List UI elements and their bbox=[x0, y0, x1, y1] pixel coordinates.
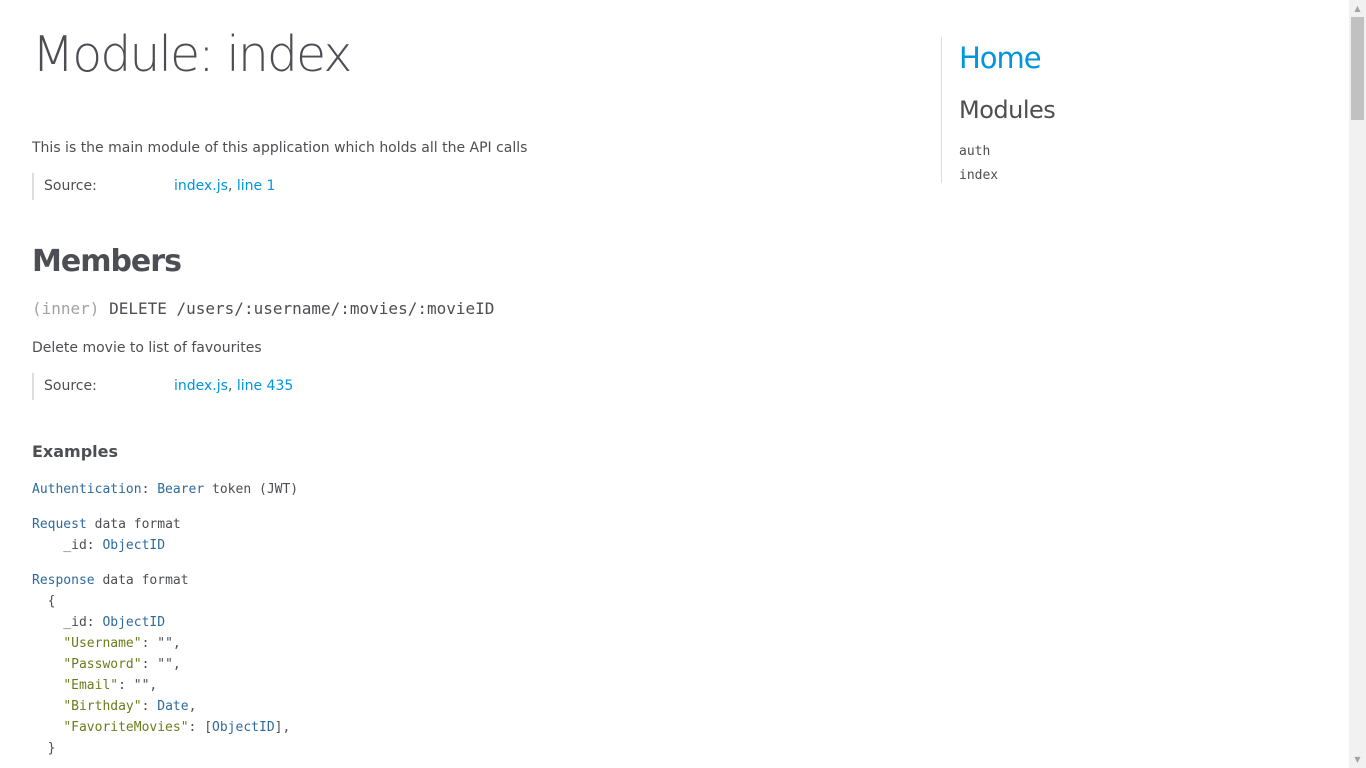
code-line: Response data format bbox=[32, 570, 189, 591]
code-token: Response bbox=[32, 573, 95, 588]
source-links: index.js, line 1 bbox=[174, 178, 275, 194]
code-token: , bbox=[188, 699, 197, 714]
code-token: : bbox=[141, 482, 158, 497]
module-source: Source: index.js, line 1 bbox=[32, 173, 275, 200]
code-token: Authentication bbox=[32, 482, 142, 497]
code-line: } bbox=[32, 738, 56, 759]
code-token: } bbox=[32, 741, 56, 756]
sidebar-nav: Home Modules auth index bbox=[941, 37, 1322, 183]
code-line: Authentication: Bearer token (JWT) bbox=[32, 479, 298, 500]
examples-heading: Examples bbox=[32, 442, 119, 461]
code-token: : "", bbox=[118, 678, 158, 693]
scrollbar-thumb[interactable] bbox=[1351, 17, 1364, 120]
members-heading: Members bbox=[32, 244, 182, 279]
code-token: ObjectID bbox=[212, 720, 275, 735]
code-token: Date bbox=[157, 699, 189, 714]
vertical-scrollbar[interactable]: ▲ ▼ bbox=[1349, 0, 1366, 768]
member-description: Delete movie to list of favourites bbox=[32, 340, 262, 356]
source-separator: , bbox=[227, 378, 237, 394]
code-line: "Birthday": Date, bbox=[32, 696, 196, 717]
nav-modules-heading: Modules bbox=[959, 96, 1056, 124]
scroll-up-icon[interactable]: ▲ bbox=[1349, 0, 1366, 17]
code-token: _id: bbox=[32, 538, 103, 553]
page-viewport: Module: index This is the main module of… bbox=[0, 0, 1366, 768]
nav-item-auth[interactable]: auth bbox=[959, 140, 998, 164]
nav-item-index[interactable]: index bbox=[959, 164, 998, 188]
code-token: : bbox=[141, 699, 158, 714]
code-token: : "", bbox=[141, 657, 181, 672]
code-line: Request data format bbox=[32, 514, 181, 535]
code-token: data format bbox=[86, 517, 181, 532]
code-token: Request bbox=[32, 517, 87, 532]
code-line: _id: ObjectID bbox=[32, 612, 165, 633]
code-token: ], bbox=[274, 720, 291, 735]
code-line: "Password": "", bbox=[32, 654, 181, 675]
member-source: Source: index.js, line 435 bbox=[32, 373, 293, 400]
page-title: Module: index bbox=[32, 26, 352, 83]
source-label: Source: bbox=[44, 378, 97, 394]
code-token: ObjectID bbox=[102, 615, 166, 630]
source-label: Source: bbox=[44, 178, 97, 194]
module-description: This is the main module of this applicat… bbox=[32, 140, 528, 156]
code-line: "Username": "", bbox=[32, 633, 181, 654]
source-line-link[interactable]: line 1 bbox=[237, 178, 276, 194]
code-token: ObjectID bbox=[102, 538, 166, 553]
code-line: "Email": "", bbox=[32, 675, 157, 696]
member-scope: (inner) bbox=[32, 299, 100, 318]
code-line: { bbox=[32, 591, 56, 612]
code-token: "Email" bbox=[63, 678, 119, 693]
source-file-link[interactable]: index.js bbox=[174, 378, 228, 394]
nav-home-link[interactable]: Home bbox=[959, 41, 1042, 75]
code-token: "FavoriteMovies" bbox=[63, 720, 189, 735]
source-line-link[interactable]: line 435 bbox=[237, 378, 293, 394]
code-token: : [ bbox=[188, 720, 213, 735]
code-token: : "", bbox=[141, 636, 181, 651]
source-file-link[interactable]: index.js bbox=[174, 178, 228, 194]
scroll-down-icon[interactable]: ▼ bbox=[1349, 751, 1366, 768]
code-line: "FavoriteMovies": [ObjectID], bbox=[32, 717, 290, 738]
code-token: { bbox=[32, 594, 56, 609]
code-token: "Password" bbox=[63, 657, 142, 672]
code-token: data format bbox=[94, 573, 189, 588]
code-token: token (JWT) bbox=[204, 482, 299, 497]
code-token: "Username" bbox=[63, 636, 142, 651]
code-line: _id: ObjectID bbox=[32, 535, 165, 556]
member-signature: (inner) DELETE /users/:username/:movies/… bbox=[32, 299, 494, 318]
source-separator: , bbox=[227, 178, 237, 194]
member-name: DELETE /users/:username/:movies/:movieID bbox=[109, 299, 495, 318]
code-token: _id: bbox=[32, 615, 103, 630]
nav-module-list: auth index bbox=[959, 140, 998, 188]
code-token: "Birthday" bbox=[63, 699, 142, 714]
source-links: index.js, line 435 bbox=[174, 378, 293, 394]
code-token: Bearer bbox=[157, 482, 205, 497]
